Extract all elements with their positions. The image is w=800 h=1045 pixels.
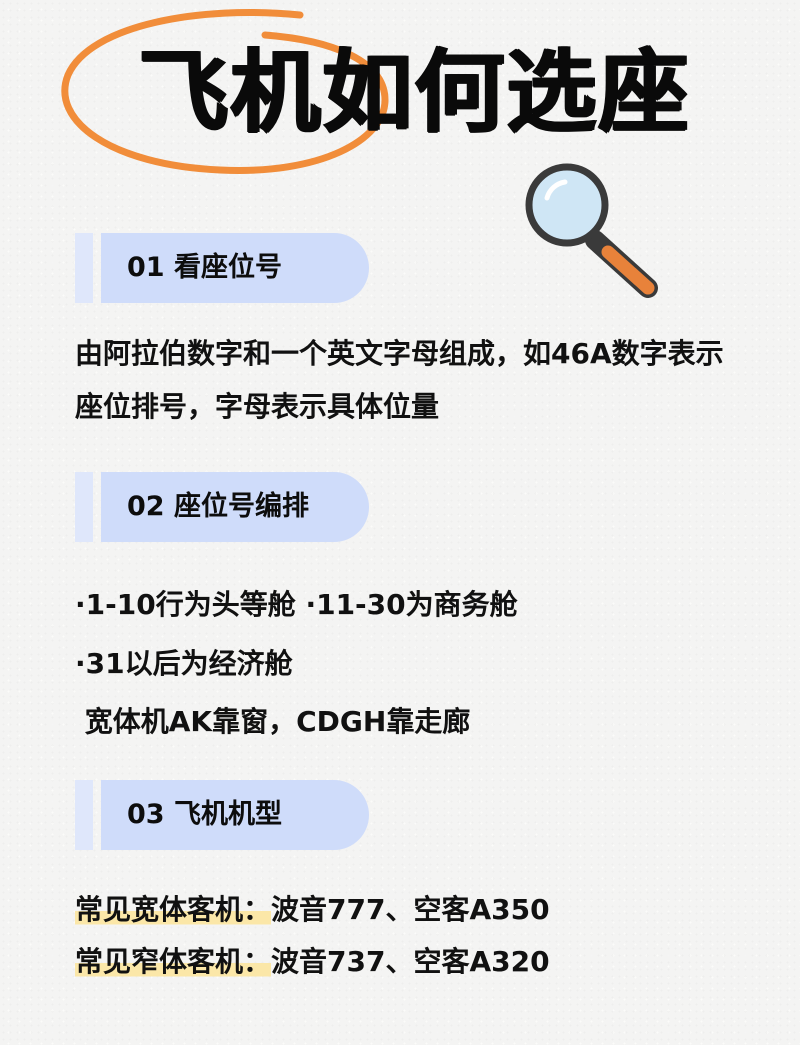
section-1-label: 01 看座位号 <box>127 252 282 283</box>
aircraft-row-narrowbody: 常见窄体客机：波音737、空客A320 <box>75 945 550 979</box>
aircraft-row-label: 常见窄体客机： <box>75 945 272 978</box>
section-bar <box>75 780 93 850</box>
aircraft-row-label: 常见宽体客机： <box>75 893 272 926</box>
section-3-label: 03 飞机机型 <box>127 799 282 830</box>
page-title: 飞机如何选座 <box>138 40 690 145</box>
aircraft-row-widebody: 常见宽体客机：波音777、空客A350 <box>75 893 550 927</box>
section-2-label: 02 座位号编排 <box>127 491 309 522</box>
section-1-heading: 01 看座位号 <box>75 233 375 303</box>
aircraft-row-value: 波音777、空客A350 <box>271 893 550 926</box>
aircraft-row-value: 波音737、空客A320 <box>271 945 550 978</box>
section-2-line-2: ·31以后为经济舱 <box>75 647 293 680</box>
section-1-line-1: 由阿拉伯数字和一个英文字母组成，如46A数字表示 <box>75 337 724 370</box>
section-bar <box>75 233 93 303</box>
section-3-heading: 03 飞机机型 <box>75 780 375 850</box>
section-bar <box>75 472 93 542</box>
section-2-line-3: 宽体机AK靠窗，CDGH靠走廊 <box>75 705 471 738</box>
title-area: 飞机如何选座 <box>0 0 800 200</box>
section-2-heading: 02 座位号编排 <box>75 472 375 542</box>
section-1-line-2: 座位排号，字母表示具体位量 <box>75 390 440 423</box>
magnifier-icon <box>525 163 658 298</box>
section-2-line-1: ·1-10行为头等舱 ·11-30为商务舱 <box>75 588 518 621</box>
